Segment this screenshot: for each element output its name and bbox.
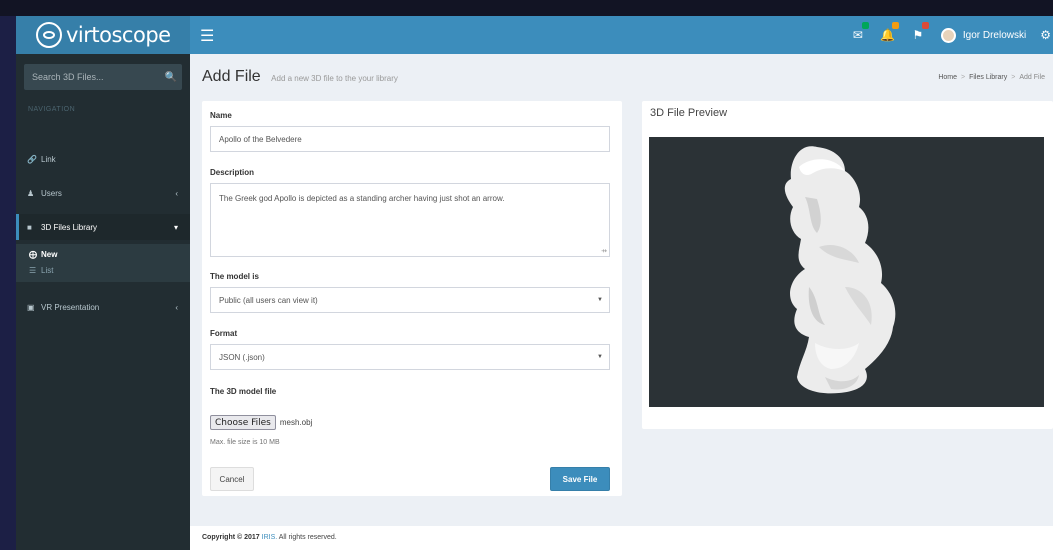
chevron-down-icon: ▾ — [173, 222, 178, 232]
brand-name: virtoscope — [66, 23, 171, 47]
description-label: Description — [210, 168, 255, 177]
sidebar: 🔍 NAVIGATION 🔗 Link ♟ Users ‹ ■ 3D Files… — [16, 54, 190, 550]
sidebar-item-label: VR Presentation — [41, 302, 100, 312]
file-icon: ■ — [27, 222, 32, 232]
preview-box: 3D File Preview — [642, 101, 1053, 429]
page-title: Add File — [202, 68, 261, 85]
search-input[interactable] — [24, 72, 160, 82]
save-file-button[interactable]: Save File — [550, 467, 610, 491]
name-value: Apollo of the Belvedere — [219, 134, 302, 144]
submenu-item-list[interactable]: ☰ List — [29, 266, 53, 275]
caret-down-icon: ▼ — [597, 354, 603, 360]
user-icon: ♟ — [27, 188, 35, 198]
flag-badge — [921, 22, 929, 29]
nav-header: NAVIGATION — [28, 106, 76, 113]
format-select[interactable]: JSON (.json) ▼ — [210, 344, 610, 370]
caret-down-icon: ▼ — [597, 297, 603, 303]
logo-eye-icon — [36, 22, 62, 48]
hamburger-icon[interactable]: ☰ — [200, 26, 214, 46]
window-top-bar — [0, 0, 1053, 16]
cancel-button[interactable]: Cancel — [210, 467, 254, 491]
name-label: Name — [210, 111, 232, 120]
content-header: Add File Add a new 3D file to the your l… — [202, 68, 398, 86]
company-link[interactable]: IRIS. — [262, 534, 278, 541]
vr-icon: ▣ — [27, 302, 35, 312]
flag-icon[interactable]: ⚑ — [905, 16, 931, 54]
format-value: JSON (.json) — [219, 352, 265, 362]
copyright-label: Copyright © 2017 — [202, 534, 260, 541]
model-visibility-select[interactable]: Public (all users can view it) ▼ — [210, 287, 610, 313]
sidebar-item-label: Users — [41, 188, 62, 198]
submenu-item-label: New — [41, 250, 58, 259]
notifications-badge — [891, 22, 899, 29]
file-input: Choose Files mesh.obj — [210, 415, 312, 430]
sidebar-item-link[interactable]: 🔗 Link — [16, 146, 190, 172]
copyright-text: Copyright © 2017 IRIS. All rights reserv… — [202, 534, 337, 541]
page-subtitle: Add a new 3D file to the your library — [271, 74, 398, 83]
rights-text: All rights reserved. — [278, 534, 337, 541]
user-name: Igor Drelowski — [962, 29, 1027, 41]
description-field[interactable]: The Greek god Apollo is depicted as a st… — [210, 183, 610, 257]
submenu-item-new[interactable]: ⨁ New — [29, 250, 57, 259]
model-file-label: The 3D model file — [210, 387, 277, 396]
sidebar-item-label: 3D Files Library — [41, 222, 98, 232]
preview-title: 3D File Preview — [650, 107, 728, 119]
messages-badge — [861, 22, 869, 29]
files-submenu: ⨁ New ☰ List — [16, 244, 190, 282]
file-size-help: Max. file size is 10 MB — [210, 439, 280, 446]
messages-icon[interactable]: ✉ — [845, 16, 871, 54]
add-file-form: Name Apollo of the Belvedere Description… — [202, 101, 622, 496]
gear-icon[interactable]: ⚙ — [1040, 28, 1051, 42]
format-label: Format — [210, 329, 238, 338]
selected-file-name: mesh.obj — [279, 418, 313, 427]
3d-viewport[interactable] — [649, 137, 1044, 407]
sidebar-item-label: Link — [41, 154, 56, 164]
sidebar-item-users[interactable]: ♟ Users ‹ — [16, 180, 190, 206]
app-root: virtoscope ☰ ✉ 🔔 ⚑ Igor Drelowski ⚙ 🔍 NA… — [16, 16, 1053, 550]
breadcrumb-files-library[interactable]: Files Library — [969, 74, 1007, 81]
user-menu[interactable]: Igor Drelowski — [940, 27, 1027, 43]
footer: Copyright © 2017 IRIS. All rights reserv… — [190, 526, 1053, 550]
breadcrumb: Home > Files Library > Add File — [938, 74, 1045, 81]
submenu-item-label: List — [41, 266, 54, 275]
resize-handle-icon[interactable]: ⇸ — [601, 247, 607, 255]
choose-files-button[interactable]: Choose Files — [210, 415, 276, 430]
description-value: The Greek god Apollo is depicted as a st… — [219, 194, 505, 203]
breadcrumb-home[interactable]: Home — [938, 74, 957, 81]
model-visibility-value: Public (all users can view it) — [219, 295, 318, 305]
main-header: virtoscope ☰ ✉ 🔔 ⚑ Igor Drelowski ⚙ — [16, 16, 1053, 54]
navbar-right: ✉ 🔔 ⚑ Igor Drelowski ⚙ — [841, 16, 1053, 54]
link-icon: 🔗 — [27, 154, 37, 164]
logo[interactable]: virtoscope — [16, 16, 190, 54]
sidebar-search: 🔍 — [24, 64, 182, 90]
sidebar-item-vr-presentation[interactable]: ▣ VR Presentation ‹ — [16, 294, 190, 320]
plus-circle-icon: ⨁ — [29, 250, 37, 259]
chevron-left-icon: ‹ — [175, 302, 178, 312]
search-icon[interactable]: 🔍 — [160, 72, 182, 83]
list-icon: ☰ — [29, 266, 37, 275]
notifications-icon[interactable]: 🔔 — [875, 16, 901, 54]
apollo-bust-render — [784, 146, 896, 394]
chevron-left-icon: ‹ — [175, 188, 178, 198]
avatar — [940, 27, 956, 43]
model-label: The model is — [210, 272, 259, 281]
breadcrumb-current: Add File — [1019, 74, 1045, 81]
name-field[interactable]: Apollo of the Belvedere — [210, 126, 610, 152]
sidebar-item-3d-files-library[interactable]: ■ 3D Files Library ▾ — [16, 214, 190, 240]
